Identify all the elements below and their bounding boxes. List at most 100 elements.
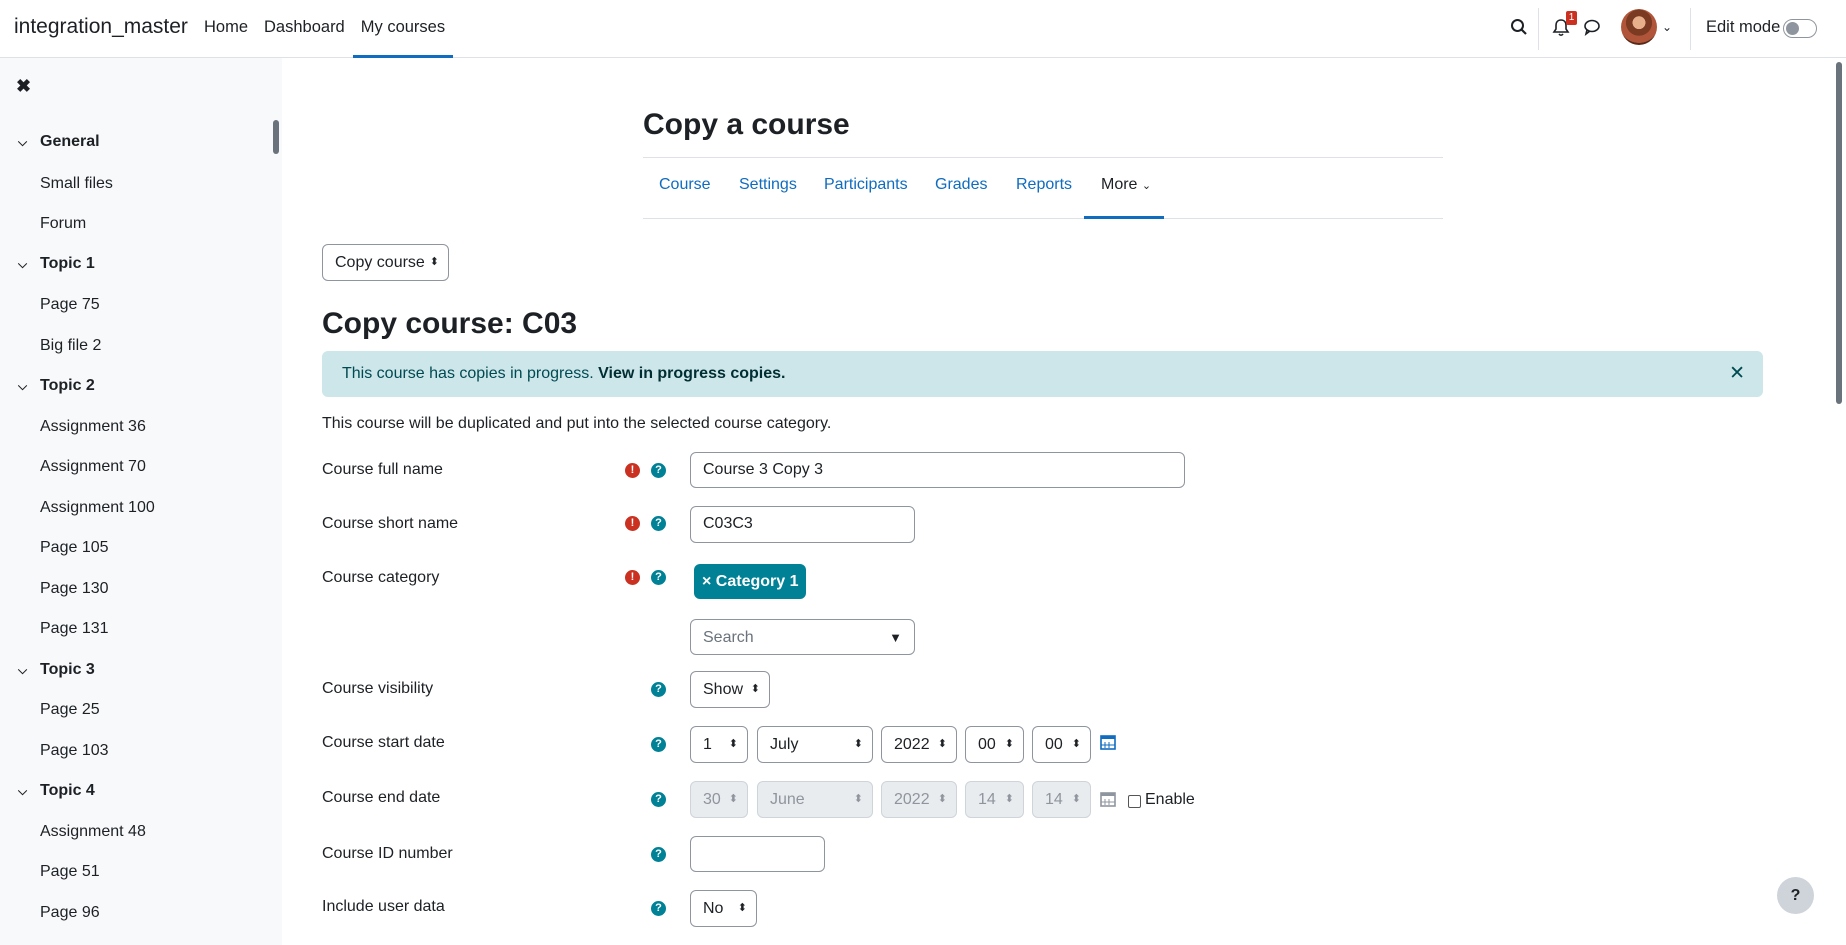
required-icon: ! — [625, 516, 640, 531]
section-topic-4[interactable]: ⌵ Topic 4 — [18, 782, 95, 800]
user-data-select[interactable]: No ⬍ — [690, 890, 757, 927]
select-arrows-icon: ⬍ — [728, 738, 738, 750]
calendar-icon[interactable] — [1099, 733, 1117, 756]
list-item[interactable]: Assignment 100 — [40, 499, 155, 517]
search-icon[interactable] — [1510, 18, 1528, 41]
active-tab-indicator — [1084, 216, 1164, 219]
id-number-input[interactable] — [690, 836, 825, 872]
edit-mode-toggle[interactable] — [1783, 19, 1817, 38]
tab-reports[interactable]: Reports — [1016, 176, 1072, 194]
end-month-select[interactable]: June ⬍ — [757, 781, 873, 818]
short-name-input[interactable]: C03C3 — [690, 506, 915, 543]
section-topic-3[interactable]: ⌵ Topic 3 — [18, 661, 95, 679]
list-item[interactable]: Page 131 — [40, 620, 109, 638]
start-day-select[interactable]: 1 ⬍ — [690, 726, 748, 763]
start-month-select[interactable]: July ⬍ — [757, 726, 873, 763]
tab-course[interactable]: Course — [659, 176, 711, 194]
list-item[interactable]: Page 25 — [40, 701, 100, 719]
end-date-enable-checkbox[interactable] — [1128, 795, 1141, 808]
chevron-down-icon: ⌵ — [18, 135, 28, 149]
list-item[interactable]: Page 96 — [40, 904, 100, 922]
view-copies-link[interactable]: View in progress copies. — [598, 365, 785, 382]
page-scrollbar[interactable] — [1836, 62, 1842, 404]
help-icon[interactable]: ? — [651, 463, 666, 478]
end-year-select[interactable]: 2022 ⬍ — [881, 781, 957, 818]
list-item[interactable]: Forum — [40, 215, 86, 233]
start-minute-select[interactable]: 00 ⬍ — [1032, 726, 1091, 763]
end-date-label: Course end date — [322, 789, 441, 806]
list-item[interactable]: Assignment 70 — [40, 458, 146, 476]
section-topic-2[interactable]: ⌵ Topic 2 — [18, 377, 95, 395]
nav-home[interactable]: Home — [196, 0, 256, 58]
category-search-placeholder: Search — [703, 629, 754, 646]
list-item[interactable]: Page 130 — [40, 580, 109, 598]
edit-mode-label: Edit mode — [1706, 18, 1781, 36]
help-icon[interactable]: ? — [651, 737, 666, 752]
section-topic-1[interactable]: ⌵ Topic 1 — [18, 255, 95, 273]
list-item[interactable]: Page 103 — [40, 742, 109, 760]
help-icon[interactable]: ? — [651, 516, 666, 531]
end-hour-select[interactable]: 14 ⬍ — [965, 781, 1024, 818]
close-drawer-icon[interactable]: ✖ — [16, 76, 31, 97]
list-item[interactable]: Assignment 48 — [40, 823, 146, 841]
chevron-down-icon: ⌄ — [1141, 180, 1152, 192]
course-index-drawer: ✖ ⌵ General Small files Forum ⌵ Topic 1 Pa… — [0, 58, 282, 945]
action-select[interactable]: Copy course ⬍ — [322, 244, 449, 281]
id-number-label: Course ID number — [322, 845, 453, 862]
tab-more-label: More — [1101, 176, 1138, 193]
select-arrows-icon: ⬍ — [853, 793, 863, 805]
copy-course-heading: Copy course: C03 — [322, 307, 578, 340]
tab-participants[interactable]: Participants — [824, 176, 908, 194]
select-arrows-icon: ⬍ — [853, 738, 863, 750]
category-label: Course category — [322, 569, 440, 586]
visibility-value: Show — [703, 681, 744, 698]
alert-text: This course has copies in progress. — [342, 365, 594, 382]
list-item[interactable]: Small files — [40, 175, 113, 193]
help-icon[interactable]: ? — [651, 682, 666, 697]
category-search-input[interactable]: Search ▼ — [690, 619, 915, 655]
select-arrows-icon: ⬍ — [1004, 793, 1014, 805]
required-icon: ! — [625, 570, 640, 585]
tab-settings[interactable]: Settings — [739, 176, 797, 194]
help-icon[interactable]: ? — [651, 901, 666, 916]
site-brand[interactable]: integration_master — [14, 15, 188, 39]
nav-dashboard[interactable]: Dashboard — [256, 0, 353, 58]
list-item[interactable]: Page 75 — [40, 296, 100, 314]
start-hour-select[interactable]: 00 ⬍ — [965, 726, 1024, 763]
section-general[interactable]: ⌵ General — [18, 133, 100, 151]
end-day-select[interactable]: 30 ⬍ — [690, 781, 748, 818]
select-arrows-icon: ⬍ — [937, 793, 947, 805]
end-month-value: June — [770, 791, 805, 808]
category-tag[interactable]: × Category 1 — [694, 564, 807, 599]
tab-grades[interactable]: Grades — [935, 176, 987, 194]
start-year-value: 2022 — [894, 736, 930, 753]
drawer-scrollbar[interactable] — [273, 120, 279, 154]
tab-more[interactable]: More ⌄ — [1101, 176, 1151, 194]
section-label: General — [40, 133, 100, 150]
chevron-down-icon: ⌵ — [18, 257, 28, 271]
chat-icon[interactable] — [1583, 18, 1601, 41]
start-year-select[interactable]: 2022 ⬍ — [881, 726, 957, 763]
help-icon[interactable]: ? — [651, 792, 666, 807]
help-icon[interactable]: ? — [651, 570, 666, 585]
navbar-divider — [1690, 8, 1691, 50]
end-minute-select[interactable]: 14 ⬍ — [1032, 781, 1091, 818]
action-select-value: Copy course — [335, 254, 425, 271]
list-item[interactable]: Page 51 — [40, 863, 100, 881]
help-button[interactable]: ? — [1777, 877, 1814, 914]
list-item[interactable]: Page 105 — [40, 539, 109, 557]
list-item[interactable]: Assignment 36 — [40, 418, 146, 436]
close-alert-icon[interactable]: ✕ — [1729, 362, 1745, 385]
help-icon[interactable]: ? — [651, 847, 666, 862]
chevron-down-icon[interactable]: ⌄ — [1662, 20, 1672, 34]
list-item[interactable]: Big file 2 — [40, 337, 101, 355]
full-name-label: Course full name — [322, 461, 443, 478]
full-name-input[interactable]: Course 3 Copy 3 — [690, 452, 1185, 488]
start-minute-value: 00 — [1045, 736, 1063, 753]
avatar[interactable] — [1621, 9, 1657, 45]
select-arrows-icon: ⬍ — [750, 683, 760, 695]
section-label: Topic 2 — [40, 377, 95, 394]
nav-my-courses[interactable]: My courses — [352, 0, 454, 58]
visibility-select[interactable]: Show ⬍ — [690, 671, 770, 708]
enable-label[interactable]: Enable — [1145, 791, 1195, 809]
